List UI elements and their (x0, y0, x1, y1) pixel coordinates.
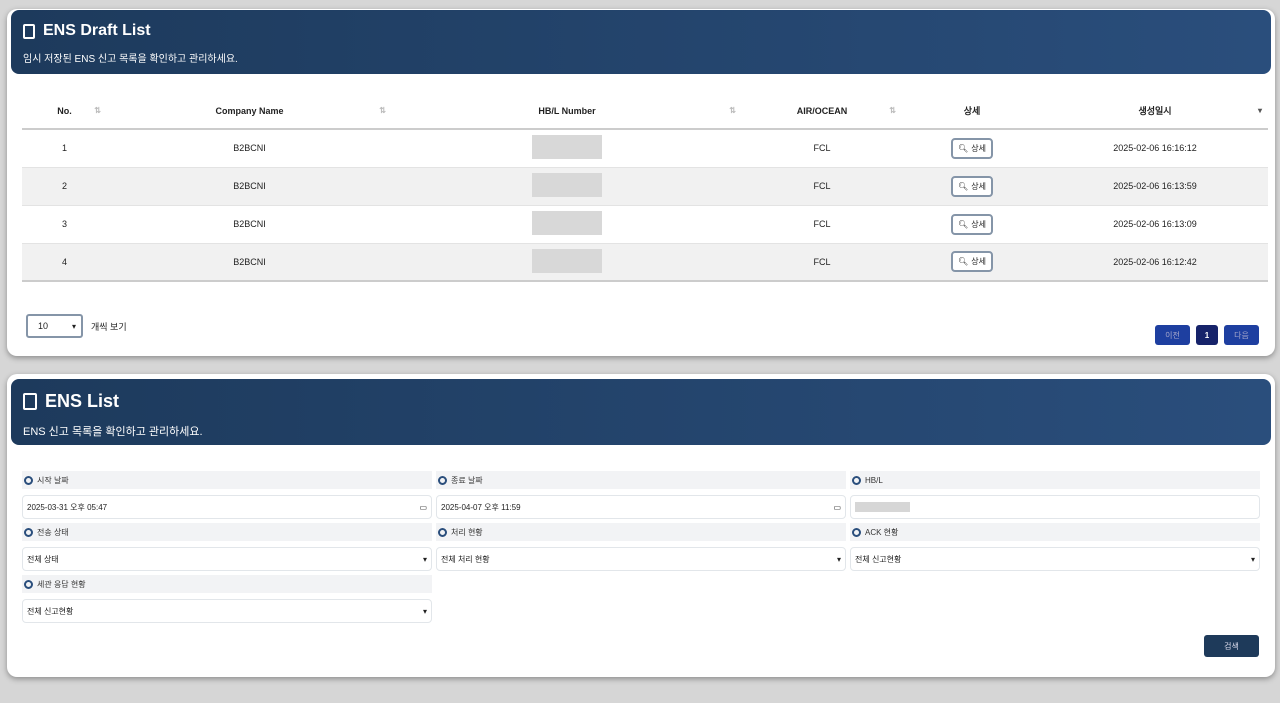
row-company: B2BCNI (107, 243, 392, 282)
end-date-input[interactable]: 2025-04-07 오후 11:59 ▭ (436, 495, 846, 519)
row-hbl (392, 129, 742, 168)
col-mode[interactable]: AIR/OCEAN ⇅ (742, 93, 902, 130)
redacted-value (532, 211, 602, 235)
draft-list-card: ENS Draft List 임시 저장된 ENS 신고 목록을 확인하고 관리… (7, 9, 1275, 356)
start-date-label: 시작 날짜 (22, 471, 432, 489)
page-title: ENS Draft List (43, 22, 151, 39)
ens-list-header: ENS List ENS 신고 목록을 확인하고 관리하세요. (11, 379, 1271, 445)
ens-list-card: ENS List ENS 신고 목록을 확인하고 관리하세요. 시작 날짜 20… (7, 374, 1275, 677)
search-button[interactable]: 검색 (1204, 635, 1259, 657)
detail-button[interactable]: 🔍︎ 상세 (951, 137, 993, 159)
draft-list-header: ENS Draft List 임시 저장된 ENS 신고 목록을 확인하고 관리… (11, 10, 1271, 74)
row-mode: FCL (742, 167, 902, 206)
hbl-label: HB/L (850, 471, 1260, 489)
table-row: 4 B2BCNI FCL 🔍︎ 상세 2025-02-06 16:12:42 (22, 243, 1268, 282)
document-icon (23, 393, 37, 410)
clock-icon (438, 475, 447, 485)
row-no: 4 (22, 243, 107, 282)
chevron-down-icon: ▾ (1250, 554, 1255, 564)
row-created: 2025-02-06 16:12:42 (1042, 243, 1268, 282)
col-no[interactable]: No. ⇅ (22, 93, 107, 130)
col-created[interactable]: 생성일시 ▾ (1042, 93, 1268, 130)
search-icon (852, 475, 861, 485)
ack-status-label: ACK 현황 (850, 523, 1260, 541)
customs-icon (24, 579, 33, 589)
detail-label: 상세 (971, 219, 986, 229)
row-company: B2BCNI (107, 205, 392, 244)
customs-response-label: 세관 응답 현황 (22, 575, 432, 593)
process-status-select[interactable]: 전체 처리 현황 ▾ (436, 547, 846, 571)
search-icon: 🔍︎ (958, 219, 969, 229)
detail-button[interactable]: 🔍︎ 상세 (951, 213, 993, 235)
table-row: 3 B2BCNI FCL 🔍︎ 상세 2025-02-06 16:13:09 (22, 205, 1268, 244)
row-company: B2BCNI (107, 167, 392, 206)
document-icon (23, 23, 35, 39)
page-subtitle: 임시 저장된 ENS 신고 목록을 확인하고 관리하세요. (23, 54, 238, 65)
clock-icon (24, 475, 33, 485)
row-hbl (392, 167, 742, 206)
process-icon (438, 527, 447, 537)
redacted-value (532, 135, 602, 160)
row-detail: 🔍︎ 상세 (902, 167, 1042, 206)
chevron-down-icon: ▾ (422, 606, 427, 616)
hbl-input[interactable] (850, 495, 1260, 519)
row-no: 2 (22, 167, 107, 206)
row-created: 2025-02-06 16:13:09 (1042, 205, 1268, 244)
row-mode: FCL (742, 129, 902, 168)
page-1-button[interactable]: 1 (1196, 325, 1218, 345)
row-detail: 🔍︎ 상세 (902, 205, 1042, 244)
col-company[interactable]: Company Name ⇅ (107, 93, 392, 130)
table-row: 1 B2BCNI FCL 🔍︎ 상세 2025-02-06 16:16:12 (22, 129, 1268, 168)
redacted-value (532, 248, 602, 273)
search-icon: 🔍︎ (958, 257, 969, 267)
col-detail: 상세 (902, 93, 1042, 130)
detail-label: 상세 (971, 143, 986, 153)
row-mode: FCL (742, 243, 902, 282)
search-icon: 🔍︎ (958, 181, 969, 191)
row-detail: 🔍︎ 상세 (902, 243, 1042, 282)
calendar-icon[interactable]: ▭ (833, 503, 841, 512)
send-status-select[interactable]: 전체 상태 ▾ (22, 547, 432, 571)
row-hbl (392, 243, 742, 282)
end-date-label: 종료 날짜 (436, 471, 846, 489)
ack-icon (852, 527, 861, 537)
row-no: 3 (22, 205, 107, 244)
chevron-down-icon: ▾ (836, 554, 841, 564)
draft-table: No. ⇅ Company Name ⇅ HB/L Number ⇅ AIR/OCEA… (22, 93, 1268, 282)
send-icon (24, 527, 33, 537)
row-company: B2BCNI (107, 129, 392, 168)
detail-button[interactable]: 🔍︎ 상세 (951, 251, 993, 273)
customs-response-select[interactable]: 전체 신고현황 ▾ (22, 599, 432, 623)
chevron-down-icon: ▾ (422, 554, 427, 564)
col-hbl[interactable]: HB/L Number ⇅ (392, 93, 742, 130)
ack-status-select[interactable]: 전체 신고현황 ▾ (850, 547, 1260, 571)
row-created: 2025-02-06 16:16:12 (1042, 129, 1268, 168)
page-size-select[interactable]: 10 ▾ (26, 314, 83, 338)
row-hbl (392, 205, 742, 244)
next-page-button[interactable]: 다음 (1224, 325, 1259, 345)
redacted-value (855, 502, 910, 512)
send-status-label: 전송 상태 (22, 523, 432, 541)
process-status-label: 처리 현황 (436, 523, 846, 541)
row-mode: FCL (742, 205, 902, 244)
redacted-value (532, 173, 602, 197)
table-row: 2 B2BCNI FCL 🔍︎ 상세 2025-02-06 16:13:59 (22, 167, 1268, 206)
prev-page-button[interactable]: 이전 (1155, 325, 1190, 345)
page-title: ENS List (45, 391, 120, 411)
page-size-label: 개씩 보기 (91, 322, 127, 332)
detail-label: 상세 (971, 257, 986, 267)
detail-button[interactable]: 🔍︎ 상세 (951, 175, 993, 197)
search-icon: 🔍︎ (958, 143, 969, 153)
row-created: 2025-02-06 16:13:59 (1042, 167, 1268, 206)
detail-label: 상세 (971, 181, 986, 191)
start-date-input[interactable]: 2025-03-31 오후 05:47 ▭ (22, 495, 432, 519)
calendar-icon[interactable]: ▭ (419, 503, 427, 512)
page-subtitle: ENS 신고 목록을 확인하고 관리하세요. (23, 426, 203, 438)
row-detail: 🔍︎ 상세 (902, 129, 1042, 168)
row-no: 1 (22, 129, 107, 168)
